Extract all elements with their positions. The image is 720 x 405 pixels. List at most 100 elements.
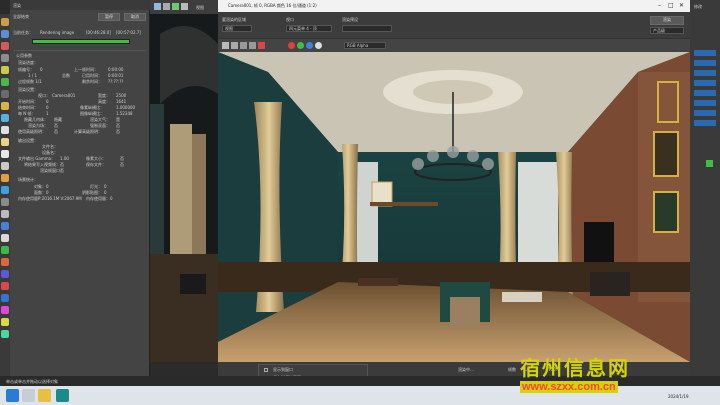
frame-count-value: 0 <box>40 67 43 72</box>
panel-button[interactable] <box>694 90 716 96</box>
rendering-status-label: 渲染中… <box>458 367 474 372</box>
alpha-channel-icon[interactable] <box>315 42 322 49</box>
pause-button[interactable]: 暂停 <box>98 13 120 21</box>
search-icon[interactable] <box>22 389 35 402</box>
output-save-value: 否 <box>120 162 124 167</box>
panel-button[interactable] <box>694 120 716 126</box>
production-select[interactable]: 产品级 <box>650 27 684 34</box>
panel-button[interactable] <box>694 110 716 116</box>
fx6-label: 计算高级照明： <box>74 129 102 134</box>
scale-tool-icon[interactable] <box>181 3 188 10</box>
last-frame-time-value: 0:00:00 <box>108 67 124 72</box>
tool-icon-7[interactable] <box>1 90 9 98</box>
current-task-value: Rendering image <box>40 30 75 35</box>
tool-icon-10[interactable] <box>1 126 9 134</box>
render-progress-label: 渲染进度： <box>18 60 38 65</box>
stat-lights-value: 0 <box>104 184 107 189</box>
minimize-icon[interactable]: – <box>658 2 661 9</box>
progress-window-title: 渲染 <box>13 3 21 8</box>
tool-icon-25[interactable] <box>1 306 9 314</box>
rotate-tool-icon[interactable] <box>172 3 179 10</box>
fx5-value: 否 <box>54 129 58 134</box>
viewport-value: Camera001 <box>52 93 76 98</box>
panel-button[interactable] <box>694 50 716 56</box>
tool-icon-20[interactable] <box>1 246 9 254</box>
panel-button[interactable] <box>694 80 716 86</box>
start-time-value: 0 <box>46 99 49 104</box>
side-viewport[interactable] <box>150 14 218 362</box>
save-image-icon[interactable] <box>222 42 229 49</box>
tool-icon-22[interactable] <box>1 270 9 278</box>
tool-icon-27[interactable] <box>1 330 9 338</box>
green-channel-icon[interactable] <box>297 42 304 49</box>
tool-icon-15[interactable] <box>1 186 9 194</box>
site-watermark: 宿州信息网 www.szxx.com.cn <box>520 352 630 393</box>
time-end: [00:57:02.7] <box>116 30 141 35</box>
width-value: 2500 <box>116 93 127 98</box>
panel-button[interactable] <box>694 70 716 76</box>
header-label: 全部结束 <box>13 14 29 19</box>
task-progress-fill <box>33 40 129 43</box>
clear-icon[interactable] <box>258 42 265 49</box>
tool-icon-9[interactable] <box>1 114 9 122</box>
stat-faces-value: 0 <box>46 190 49 195</box>
tool-icon-1[interactable] <box>1 18 9 26</box>
render-preset-select[interactable] <box>342 25 392 32</box>
tool-icon-5[interactable] <box>1 66 9 74</box>
red-channel-icon[interactable] <box>288 42 295 49</box>
output-save-label: 保存文件： <box>86 162 106 167</box>
panel-button[interactable] <box>694 100 716 106</box>
left-tool-strip <box>0 14 10 376</box>
main-toolbar: 视图 <box>150 0 218 14</box>
close-icon[interactable]: ✕ <box>679 2 684 9</box>
viewport-select[interactable]: 四元菜单 4 - 顶 <box>286 25 332 32</box>
tool-icon-12[interactable] <box>1 150 9 158</box>
image-aspect-value: 1.52348 <box>116 111 133 116</box>
print-icon[interactable] <box>249 42 256 49</box>
tool-icon-26[interactable] <box>1 318 9 326</box>
tool-icon-16[interactable] <box>1 198 9 206</box>
start-icon[interactable] <box>6 389 19 402</box>
tool-icon-18[interactable] <box>1 222 9 230</box>
popup-item-display[interactable]: 显示到窗口 <box>273 367 293 373</box>
copy-image-icon[interactable] <box>231 42 238 49</box>
color-swatch[interactable] <box>706 160 713 167</box>
tool-icon-13[interactable] <box>1 162 9 170</box>
output-gamma-value: 1.00 <box>60 156 69 161</box>
output-settings-title: 输出设置： <box>18 138 38 143</box>
render-frame-channel-bar: RGB Alpha <box>218 38 690 52</box>
cancel-button[interactable]: 取消 <box>124 13 146 21</box>
tool-icon-14[interactable] <box>1 174 9 182</box>
tool-icon-24[interactable] <box>1 294 9 302</box>
select-tool-icon[interactable] <box>154 3 161 10</box>
render-button[interactable]: 渲染 <box>650 16 684 25</box>
maximize-icon[interactable]: □ <box>668 2 674 9</box>
tool-icon-4[interactable] <box>1 54 9 62</box>
checkbox-icon[interactable] <box>264 368 268 372</box>
render-frame-toolbar: 要渲染的区域 视图 视口 四元菜单 4 - 顶 渲染预设 渲染 产品级 <box>218 12 690 38</box>
stat-memory-value: P:2016.1M V:2067.9M <box>38 196 82 201</box>
tool-icon-21[interactable] <box>1 258 9 266</box>
blue-channel-icon[interactable] <box>306 42 313 49</box>
tool-icon-11[interactable] <box>1 138 9 146</box>
rendered-image <box>218 52 690 362</box>
tool-icon-23[interactable] <box>1 282 9 290</box>
tool-icon-2[interactable] <box>1 30 9 38</box>
tool-icon-6[interactable] <box>1 78 9 86</box>
tool-icon-17[interactable] <box>1 210 9 218</box>
progress-title-bar: 渲染 <box>10 0 150 10</box>
panel-button[interactable] <box>694 60 716 66</box>
tool-icon-8[interactable] <box>1 102 9 110</box>
tool-icon-3[interactable] <box>1 42 9 50</box>
folder-icon[interactable] <box>38 389 51 402</box>
stat-shadow-value: 0 <box>104 190 107 195</box>
tool-icon-19[interactable] <box>1 234 9 242</box>
side-viewport-render <box>150 14 218 362</box>
render-area-select[interactable]: 视图 <box>222 25 252 32</box>
frames-done-value: 1 / 1 <box>28 73 37 78</box>
channel-select[interactable]: RGB Alpha <box>344 42 386 49</box>
clone-frame-icon[interactable] <box>240 42 247 49</box>
current-task-label: 当前任务： <box>13 30 33 35</box>
app-3dsmax-icon[interactable] <box>56 389 69 402</box>
move-tool-icon[interactable] <box>163 3 170 10</box>
